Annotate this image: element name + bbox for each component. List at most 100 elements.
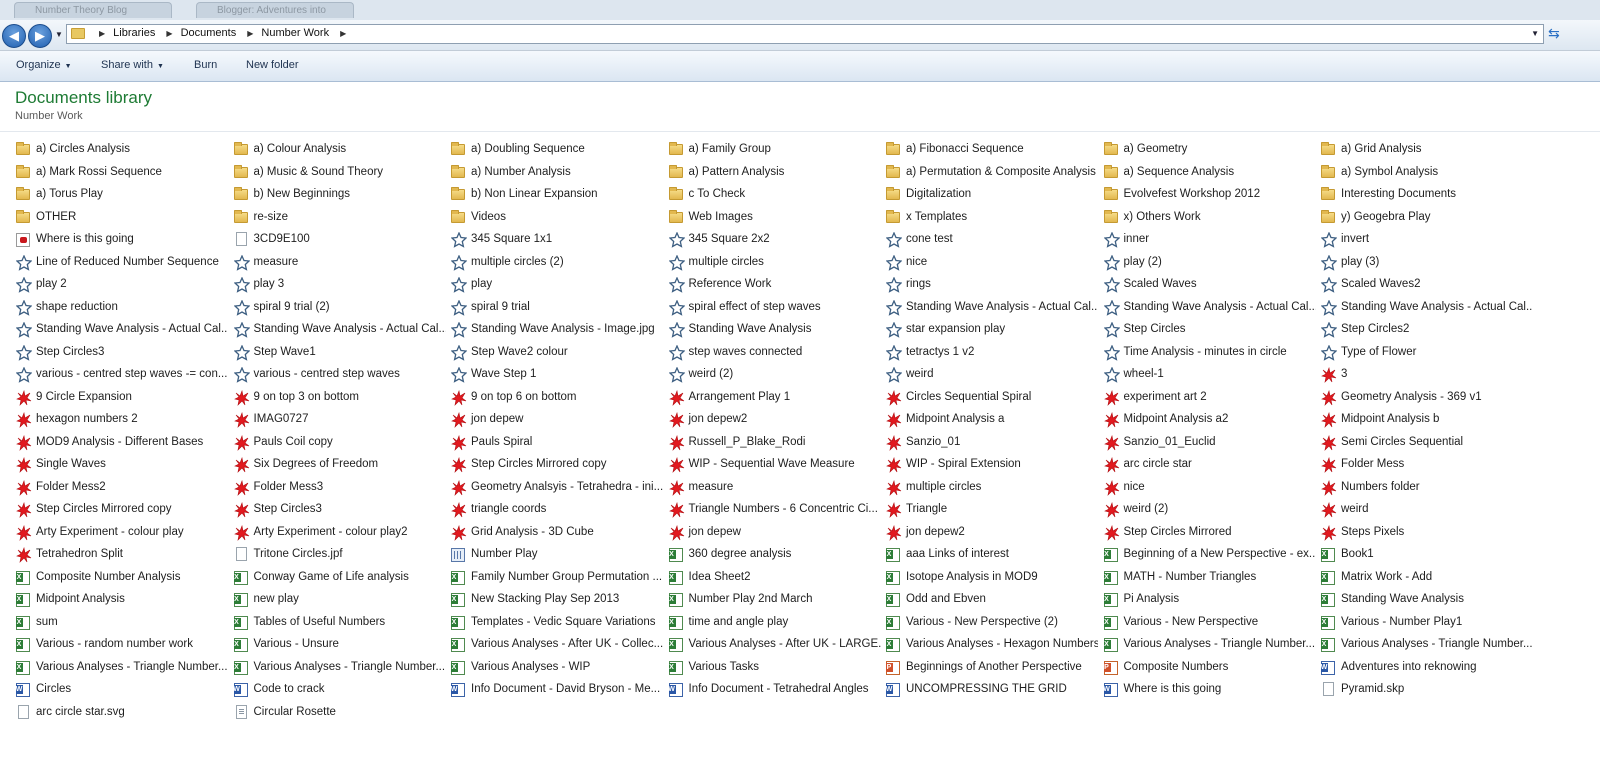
file-item[interactable]: multiple circles (2)	[451, 252, 663, 274]
file-item[interactable]: Standing Wave Analysis - Actual Cal...	[233, 319, 446, 341]
file-item[interactable]: Steps Pixels	[1321, 522, 1533, 544]
file-item[interactable]: step waves connected	[668, 342, 881, 364]
folder-item[interactable]: Interesting Documents	[1321, 184, 1533, 206]
folder-item[interactable]: y) Geogebra Play	[1321, 207, 1533, 229]
folder-item[interactable]: Videos	[451, 207, 663, 229]
file-item[interactable]: weird	[1321, 499, 1533, 521]
file-item[interactable]: rings	[886, 274, 1098, 296]
file-item[interactable]: Various - Number Play1	[1321, 612, 1533, 634]
file-item[interactable]: Folder Mess2	[16, 477, 228, 499]
file-item[interactable]: Info Document - David Bryson - Me...	[451, 679, 663, 701]
file-item[interactable]: Matrix Work - Add	[1321, 567, 1533, 589]
file-item[interactable]: star expansion play	[886, 319, 1098, 341]
share-with-button[interactable]: Share with ▼	[101, 59, 164, 71]
breadcrumb-arrow-icon[interactable]: ▶	[166, 29, 172, 38]
file-item[interactable]: Where is this going	[1103, 679, 1316, 701]
file-item[interactable]: Various Analyses - Triangle Number...	[233, 657, 446, 679]
file-item[interactable]: cone test	[886, 229, 1098, 251]
file-item[interactable]: Folder Mess3	[233, 477, 446, 499]
file-item[interactable]: Standing Wave Analysis - Actual Cal...	[886, 297, 1098, 319]
file-item[interactable]: Single Waves	[16, 454, 228, 476]
file-item[interactable]: Sanzio_01	[886, 432, 1098, 454]
file-item[interactable]: Number Play 2nd March	[668, 589, 881, 611]
file-item[interactable]: Various - random number work	[16, 634, 228, 656]
file-item[interactable]: Numbers folder	[1321, 477, 1533, 499]
file-item[interactable]: measure	[668, 477, 881, 499]
file-item[interactable]: Standing Wave Analysis - Actual Cal...	[1321, 297, 1533, 319]
file-item[interactable]: weird (2)	[668, 364, 881, 386]
file-item[interactable]: Tetrahedron Split	[16, 544, 228, 566]
breadcrumb-libraries[interactable]: Libraries	[113, 27, 155, 39]
file-item[interactable]: multiple circles	[668, 252, 881, 274]
file-item[interactable]: 9 on top 6 on bottom	[451, 387, 663, 409]
file-item[interactable]: new play	[233, 589, 446, 611]
file-item[interactable]: Conway Game of Life analysis	[233, 567, 446, 589]
file-item[interactable]: Midpoint Analysis b	[1321, 409, 1533, 431]
file-item[interactable]: Standing Wave Analysis - Image.jpg	[451, 319, 663, 341]
file-item[interactable]: Code to crack	[233, 679, 446, 701]
file-item[interactable]: Standing Wave Analysis	[1321, 589, 1533, 611]
folder-item[interactable]: a) Sequence Analysis	[1103, 162, 1316, 184]
file-item[interactable]: 9 on top 3 on bottom	[233, 387, 446, 409]
file-item[interactable]: Midpoint Analysis a2	[1103, 409, 1316, 431]
file-item[interactable]: various - centred step waves -= con...	[16, 364, 228, 386]
file-item[interactable]: Pi Analysis	[1103, 589, 1316, 611]
file-item[interactable]: 9 Circle Expansion	[16, 387, 228, 409]
library-subtitle[interactable]: Number Work	[15, 110, 83, 122]
file-item[interactable]: Line of Reduced Number Sequence	[16, 252, 228, 274]
folder-item[interactable]: Digitalization	[886, 184, 1098, 206]
file-item[interactable]: Various Analyses - Triangle Number...	[16, 657, 228, 679]
file-item[interactable]: Step Circles	[1103, 319, 1316, 341]
file-item[interactable]: triangle coords	[451, 499, 663, 521]
file-item[interactable]: Family Number Group Permutation ...	[451, 567, 663, 589]
address-dropdown-icon[interactable]: ▼	[1531, 29, 1539, 38]
folder-item[interactable]: a) Mark Rossi Sequence	[16, 162, 228, 184]
file-item[interactable]: time and angle play	[668, 612, 881, 634]
file-item[interactable]: MOD9 Analysis - Different Bases	[16, 432, 228, 454]
file-item[interactable]: weird (2)	[1103, 499, 1316, 521]
browser-tab-2[interactable]: Blogger: Adventures into	[196, 2, 354, 18]
file-item[interactable]: play (3)	[1321, 252, 1533, 274]
file-item[interactable]: Semi Circles Sequential	[1321, 432, 1533, 454]
file-item[interactable]: Adventures into reknowing	[1321, 657, 1533, 679]
breadcrumb-documents[interactable]: Documents	[181, 27, 237, 39]
file-item[interactable]: Triangle Numbers - 6 Concentric Ci...	[668, 499, 881, 521]
refresh-icon[interactable]: ⇆	[1548, 25, 1560, 42]
file-item[interactable]: experiment art 2	[1103, 387, 1316, 409]
file-item[interactable]: measure	[233, 252, 446, 274]
file-item[interactable]: Various Analyses - Triangle Number...	[1321, 634, 1533, 656]
file-item[interactable]: Various Analyses - After UK - LARGE...	[668, 634, 881, 656]
file-item[interactable]: Various Analyses - Triangle Number...	[1103, 634, 1316, 656]
file-item[interactable]: Sanzio_01_Euclid	[1103, 432, 1316, 454]
browser-tab-1[interactable]: Number Theory Blog	[14, 2, 172, 18]
file-item[interactable]: Circles Sequential Spiral	[886, 387, 1098, 409]
file-item[interactable]: jon depew2	[668, 409, 881, 431]
breadcrumb-arrow-icon[interactable]: ▶	[99, 29, 105, 38]
file-item[interactable]: Triangle	[886, 499, 1098, 521]
file-item[interactable]: Various - New Perspective	[1103, 612, 1316, 634]
folder-item[interactable]: b) Non Linear Expansion	[451, 184, 663, 206]
file-item[interactable]: Step Circles Mirrored copy	[451, 454, 663, 476]
file-item[interactable]: Pauls Coil copy	[233, 432, 446, 454]
address-bar[interactable]: ▶ Libraries ▶ Documents ▶ Number Work ▶ ▼	[66, 24, 1544, 44]
file-item[interactable]: Odd and Ebven	[886, 589, 1098, 611]
folder-item[interactable]: Evolvefest Workshop 2012	[1103, 184, 1316, 206]
folder-item[interactable]: c To Check	[668, 184, 881, 206]
folder-item[interactable]: a) Geometry	[1103, 139, 1316, 161]
file-item[interactable]: jon depew2	[886, 522, 1098, 544]
file-item[interactable]: various - centred step waves	[233, 364, 446, 386]
file-item[interactable]: spiral 9 trial	[451, 297, 663, 319]
file-item[interactable]: Step Wave2 colour	[451, 342, 663, 364]
file-item[interactable]: Tritone Circles.jpf	[234, 544, 446, 566]
folder-item[interactable]: a) Colour Analysis	[233, 139, 446, 161]
file-item[interactable]: Number Play	[451, 544, 663, 566]
file-item[interactable]: Step Circles3	[233, 499, 446, 521]
file-item[interactable]: hexagon numbers 2	[16, 409, 228, 431]
file-item[interactable]: play 3	[233, 274, 446, 296]
burn-button[interactable]: Burn	[194, 59, 217, 71]
file-item[interactable]: Scaled Waves	[1103, 274, 1316, 296]
folder-item[interactable]: Web Images	[668, 207, 881, 229]
file-item[interactable]: Time Analysis - minutes in circle	[1103, 342, 1316, 364]
file-item[interactable]: spiral effect of step waves	[668, 297, 881, 319]
organize-button[interactable]: Organize ▼	[16, 59, 72, 71]
